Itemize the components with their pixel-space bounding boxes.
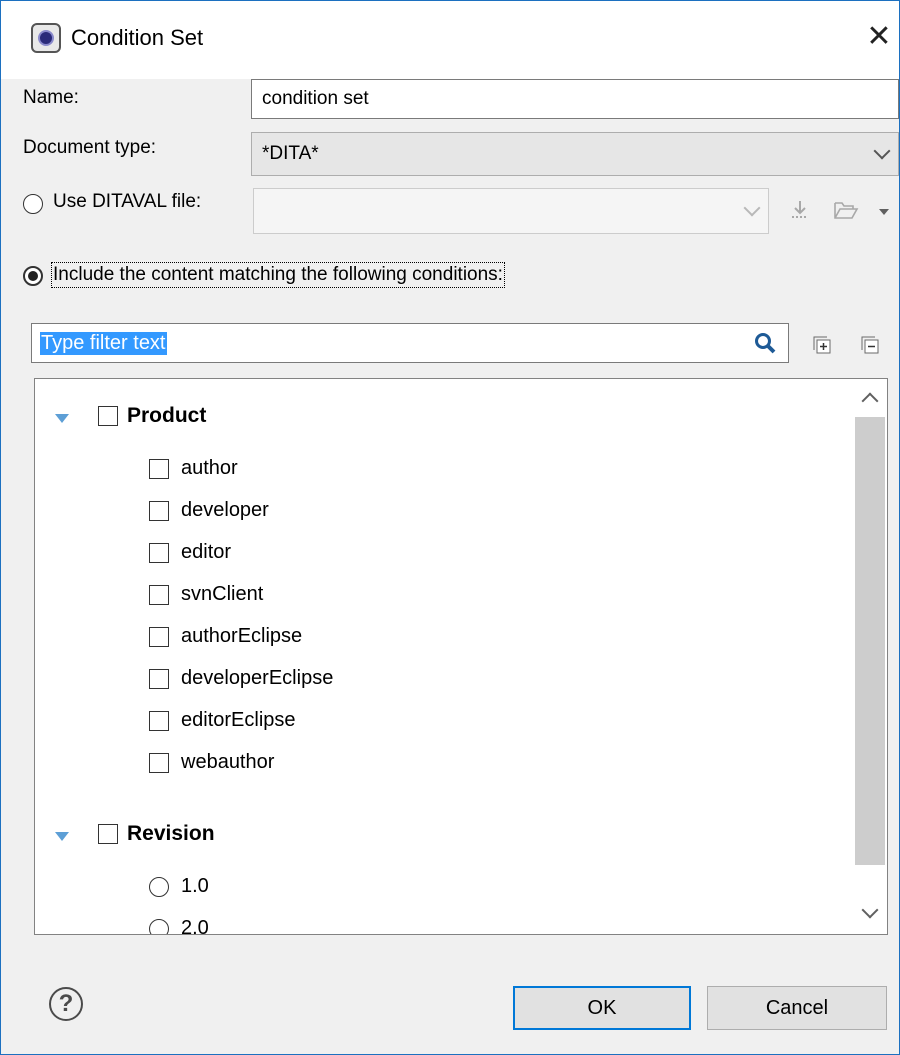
condition-label: 2.0 — [181, 917, 209, 935]
condition-label: author — [181, 457, 238, 479]
condition-radio[interactable] — [149, 919, 169, 934]
condition-label: editorEclipse — [181, 709, 296, 731]
group-label-revision: Revision — [127, 822, 215, 845]
name-input-value: condition set — [262, 88, 369, 109]
condition-checkbox[interactable] — [149, 501, 169, 521]
condition-checkbox[interactable] — [149, 753, 169, 773]
vertical-scrollbar[interactable] — [853, 379, 887, 934]
scrollbar-thumb[interactable] — [855, 417, 885, 865]
browse-menu-arrow-icon[interactable] — [875, 199, 893, 225]
ditaval-file-select[interactable] — [253, 188, 769, 234]
include-conditions-radio[interactable] — [23, 266, 43, 286]
expand-triangle-icon[interactable] — [55, 832, 69, 841]
ok-button[interactable]: OK — [513, 986, 691, 1030]
condition-label: editor — [181, 541, 232, 563]
condition-set-dialog: Condition Set ✕ Name: condition set Docu… — [0, 0, 900, 1055]
use-ditaval-label: Use DITAVAL file: — [53, 191, 202, 212]
condition-label: svnClient — [181, 583, 264, 605]
chevron-down-icon — [873, 142, 891, 160]
expand-triangle-icon[interactable] — [55, 414, 69, 423]
collapse-all-icon[interactable] — [857, 332, 883, 358]
condition-label: developer — [181, 499, 269, 521]
condition-checkbox[interactable] — [149, 543, 169, 563]
document-type-label: Document type: — [23, 137, 157, 158]
condition-label: authorEclipse — [181, 625, 303, 647]
title-bar: Condition Set ✕ — [1, 1, 899, 79]
cancel-button[interactable]: Cancel — [707, 986, 887, 1030]
include-conditions-label: Include the content matching the followi… — [51, 262, 505, 288]
document-type-select[interactable]: *DITA* — [251, 132, 899, 176]
condition-checkbox[interactable] — [149, 711, 169, 731]
condition-checkbox[interactable] — [149, 627, 169, 647]
group-checkbox-product[interactable] — [98, 406, 118, 426]
conditions-tree[interactable]: Product author developer editor svnClien… — [34, 378, 888, 935]
filter-text: Type filter text — [40, 332, 167, 355]
condition-checkbox[interactable] — [149, 669, 169, 689]
condition-checkbox[interactable] — [149, 585, 169, 605]
scroll-down-arrow-icon[interactable] — [861, 901, 879, 919]
help-icon[interactable]: ? — [49, 987, 83, 1021]
scroll-up-arrow-icon[interactable] — [861, 392, 879, 410]
close-icon[interactable]: ✕ — [859, 17, 899, 57]
group-checkbox-revision[interactable] — [98, 824, 118, 844]
condition-label: webauthor — [181, 751, 275, 773]
search-icon — [752, 330, 778, 356]
document-type-value: *DITA* — [262, 143, 319, 164]
condition-label: developerEclipse — [181, 667, 334, 689]
name-label: Name: — [23, 87, 79, 108]
download-icon[interactable] — [787, 197, 813, 223]
condition-label: 1.0 — [181, 875, 209, 897]
dialog-title: Condition Set — [71, 25, 204, 50]
filter-input[interactable]: Type filter text — [31, 323, 789, 363]
use-ditaval-radio[interactable] — [23, 194, 43, 214]
name-input[interactable]: condition set — [251, 79, 899, 119]
expand-all-icon[interactable] — [809, 332, 835, 358]
condition-checkbox[interactable] — [149, 459, 169, 479]
folder-open-icon[interactable] — [833, 197, 859, 223]
group-label-product: Product — [127, 404, 207, 427]
condition-radio[interactable] — [149, 877, 169, 897]
chevron-down-icon — [743, 199, 761, 217]
app-icon — [31, 23, 61, 53]
